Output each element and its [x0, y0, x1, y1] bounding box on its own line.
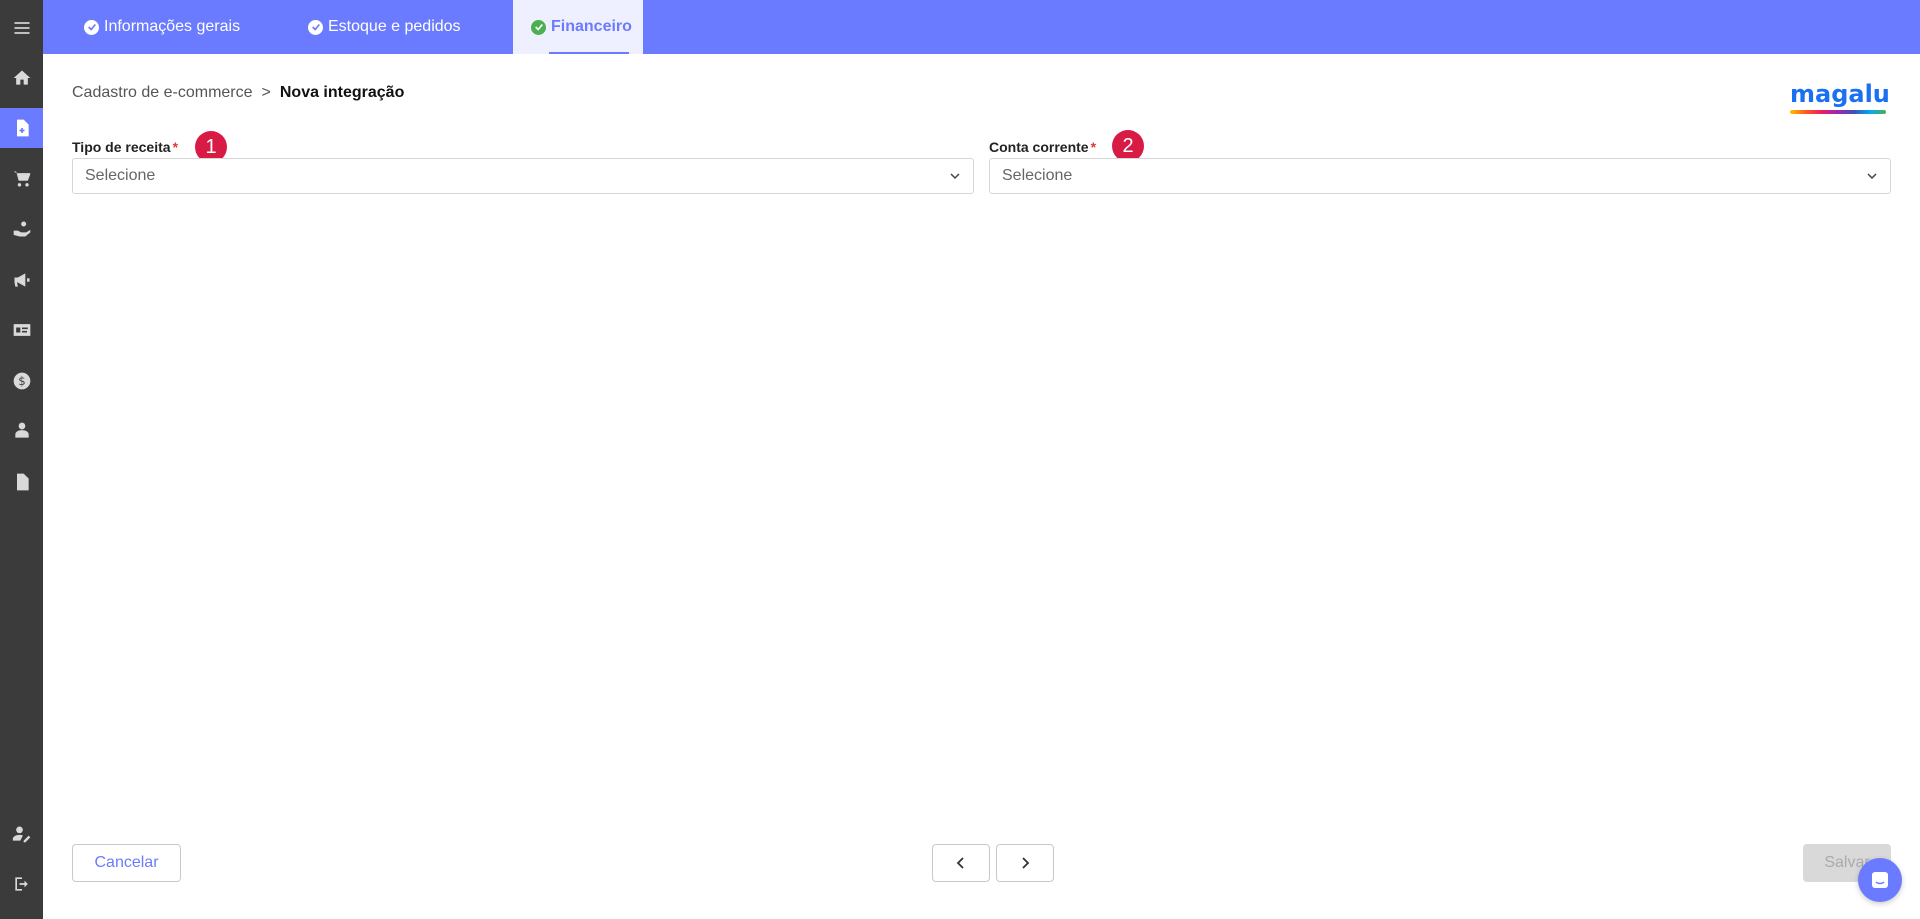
sidebar-item-document[interactable]: [0, 108, 43, 148]
step-tabs-bar: Informações gerais Estoque e pedidos Fin…: [43, 0, 1920, 54]
chevron-right-icon: [1022, 857, 1030, 869]
tab-financeiro[interactable]: Financeiro: [513, 0, 643, 54]
dollar-icon: $: [13, 372, 30, 390]
breadcrumb-parent-link[interactable]: Cadastro de e-commerce: [72, 84, 253, 102]
sidebar-item-megaphone[interactable]: [0, 260, 43, 300]
sidebar-item-id-card[interactable]: [0, 310, 43, 350]
revenue-type-label: Tipo de receita *: [72, 139, 178, 155]
checking-account-label-text: Conta corrente: [989, 139, 1089, 155]
user-edit-icon: [12, 826, 30, 843]
check-circle-icon: [84, 19, 99, 35]
tab-informacoes-gerais[interactable]: Informações gerais: [84, 0, 240, 54]
sidebar-item-dollar[interactable]: $: [0, 361, 43, 401]
chevron-down-icon: [1867, 173, 1877, 180]
app: $ Informações gerais Estoque e pedidos F…: [0, 0, 1920, 919]
chat-launcher-button[interactable]: [1858, 858, 1902, 902]
tab-label: Estoque e pedidos: [328, 18, 461, 35]
chevron-down-icon: [950, 173, 960, 180]
logo-wordmark: magalu: [1790, 80, 1890, 108]
active-tab-indicator: [549, 52, 629, 54]
person-desk-icon: [14, 422, 29, 438]
breadcrumb-separator: >: [261, 84, 271, 101]
checking-account-label: Conta corrente *: [989, 139, 1096, 155]
sidebar-item-person-desk[interactable]: [0, 411, 43, 451]
file-icon: [16, 473, 29, 491]
logo-rainbow-bar: [1790, 110, 1886, 114]
breadcrumb-current: Nova integração: [279, 84, 405, 101]
home-icon: [13, 70, 30, 85]
checking-account-select[interactable]: Selecione: [989, 158, 1891, 194]
revenue-type-label-text: Tipo de receita: [72, 139, 171, 155]
hamburger-icon: [14, 22, 29, 34]
hand-coin-icon: [13, 221, 30, 237]
check-circle-icon: [531, 19, 546, 35]
logout-button[interactable]: [0, 864, 43, 904]
breadcrumb: Cadastro de e-commerce > Nova integração: [72, 84, 404, 102]
menu-button[interactable]: [0, 8, 43, 48]
revenue-type-placeholder: Selecione: [85, 167, 156, 184]
chevron-left-icon: [956, 857, 964, 869]
sidebar-item-file[interactable]: [0, 462, 43, 502]
svg-text:$: $: [18, 374, 25, 388]
previous-step-button[interactable]: [932, 844, 990, 882]
required-mark: *: [172, 139, 179, 155]
document-plus-icon: [16, 119, 29, 137]
check-circle-icon: [308, 19, 323, 35]
required-mark: *: [1090, 139, 1097, 155]
megaphone-icon: [14, 273, 29, 287]
tab-label: Financeiro: [551, 18, 632, 35]
sidebar: $: [0, 0, 43, 919]
tab-estoque-e-pedidos[interactable]: Estoque e pedidos: [308, 0, 461, 54]
sidebar-item-user-edit[interactable]: [0, 814, 43, 854]
logout-icon: [14, 877, 28, 891]
sidebar-item-home[interactable]: [0, 58, 43, 98]
chat-icon: [1872, 872, 1888, 888]
cart-icon: [13, 171, 30, 187]
tab-label: Informações gerais: [104, 18, 241, 35]
checking-account-placeholder: Selecione: [1002, 167, 1073, 184]
sidebar-item-hand-coin[interactable]: [0, 209, 43, 249]
next-step-button[interactable]: [996, 844, 1054, 882]
revenue-type-select[interactable]: Selecione: [72, 158, 974, 194]
cancel-button[interactable]: Cancelar: [72, 844, 181, 882]
sidebar-item-cart[interactable]: [0, 159, 43, 199]
id-card-icon: [13, 324, 30, 336]
magalu-logo: magalu: [1790, 80, 1890, 114]
